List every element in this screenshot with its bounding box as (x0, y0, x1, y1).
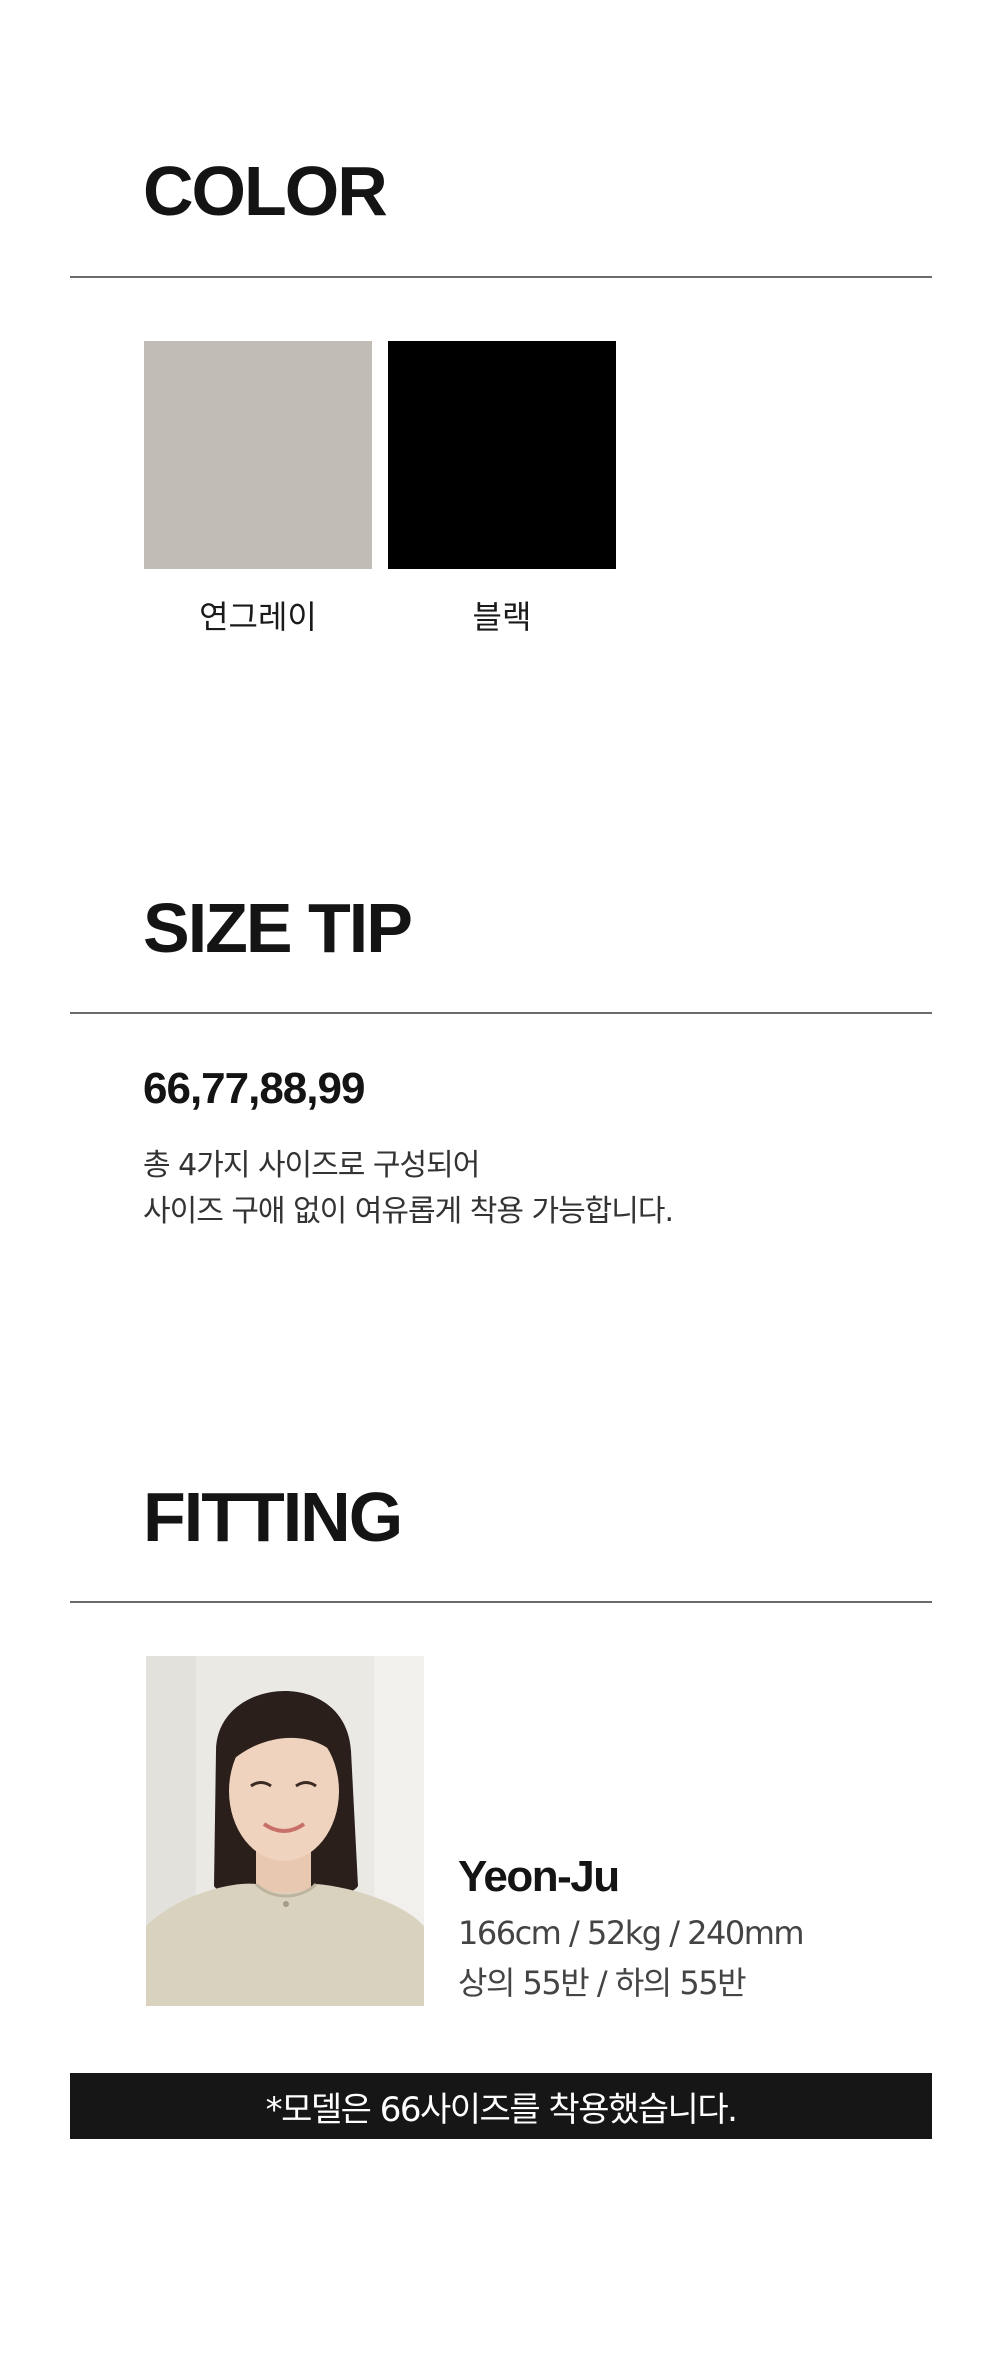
swatch-light-gray-label: 연그레이 (199, 598, 317, 636)
swatch-black-label: 블랙 (472, 598, 532, 636)
fitting-notice-bar: *모델은 66사이즈를 착용했습니다. (70, 2073, 932, 2139)
available-sizes: 66,77,88,99 (143, 1064, 365, 1113)
fitting-notice-text: *모델은 66사이즈를 착용했습니다. (265, 2089, 738, 2130)
model-photo (146, 1656, 424, 2006)
model-stats: 166cm / 52kg / 240mm (458, 1914, 805, 1952)
fitting-section-title: FITTING (143, 1478, 403, 1556)
model-name: Yeon-Ju (458, 1852, 620, 1901)
color-section-title: COLOR (143, 152, 388, 230)
size-tip-divider (70, 1012, 932, 1014)
fitting-divider (70, 1601, 932, 1603)
swatch-black[interactable] (388, 341, 616, 569)
model-sizes: 상의 55반 / 하의 55반 (458, 1964, 747, 2002)
size-tip-section-title: SIZE TIP (143, 889, 413, 967)
color-divider (70, 276, 932, 278)
swatch-light-gray[interactable] (144, 341, 372, 569)
size-description-line-2: 사이즈 구애 없이 여유롭게 착용 가능합니다. (143, 1194, 674, 1229)
size-description-line-1: 총 4가지 사이즈로 구성되어 (143, 1148, 480, 1183)
